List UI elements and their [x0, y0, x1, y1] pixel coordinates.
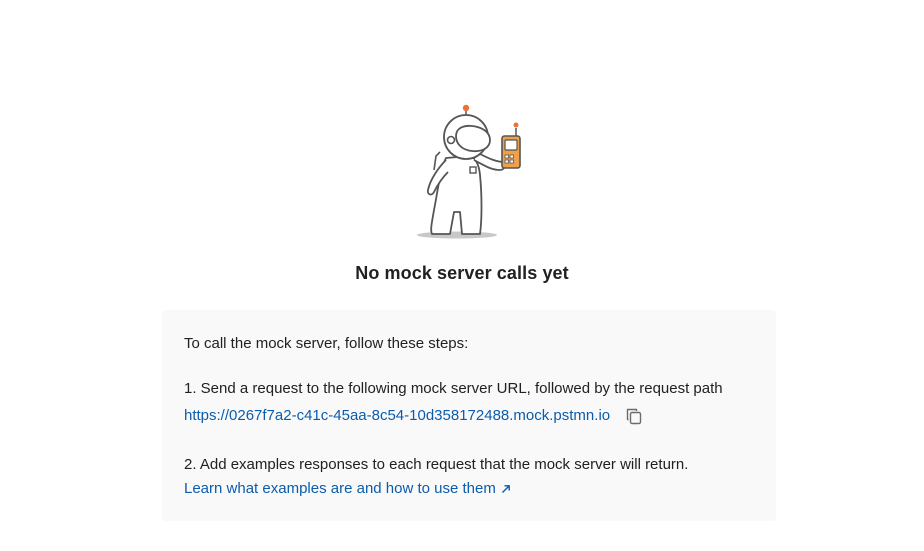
mock-url-row: https://0267f7a2-c41c-45aa-8c54-10d35817… [184, 406, 644, 426]
external-arrow-icon[interactable] [501, 484, 511, 494]
instructions-panel: To call the mock server, follow these st… [162, 310, 776, 521]
copy-icon[interactable] [624, 406, 644, 426]
astronaut-illustration [410, 100, 530, 242]
instructions-intro: To call the mock server, follow these st… [184, 335, 469, 352]
learn-link-row[interactable]: Learn what examples are and how to use t… [184, 479, 511, 499]
step-2-text: 2. Add examples responses to each reques… [184, 456, 689, 473]
mock-server-url-link[interactable]: https://0267f7a2-c41c-45aa-8c54-10d35817… [184, 406, 610, 426]
empty-state-title: No mock server calls yet [355, 263, 569, 283]
step-1-text: 1. Send a request to the following mock … [184, 380, 723, 397]
learn-examples-link[interactable]: Learn what examples are and how to use t… [184, 479, 496, 499]
